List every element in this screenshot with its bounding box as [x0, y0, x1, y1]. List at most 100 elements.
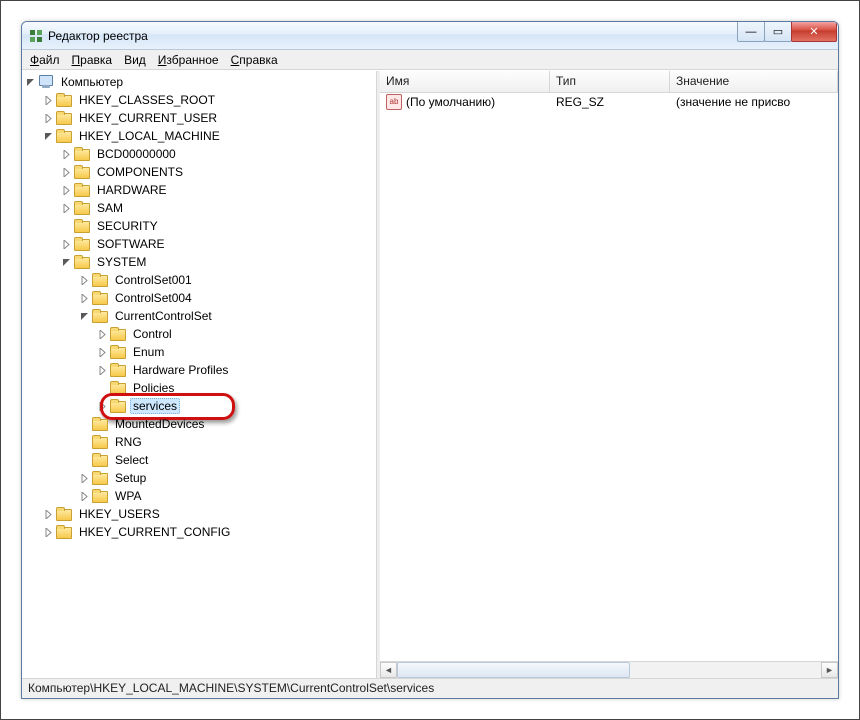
expand-icon[interactable] [78, 490, 90, 502]
tree-label: HKEY_USERS [76, 506, 163, 522]
expand-icon[interactable] [60, 238, 72, 250]
scroll-right-button[interactable]: ► [821, 662, 838, 678]
values-pane: Имя Тип Значение ab (По умолчанию) REG_S… [380, 71, 838, 678]
expand-icon[interactable] [96, 400, 108, 412]
menu-file[interactable]: Файл [30, 53, 60, 67]
tree-item-software[interactable]: SOFTWARE [24, 235, 376, 253]
folder-icon [56, 506, 72, 522]
tree-item-sam[interactable]: SAM [24, 199, 376, 217]
tree-item-enum[interactable]: Enum [24, 343, 376, 361]
expand-icon[interactable] [78, 274, 90, 286]
tree-item-hcu[interactable]: HKEY_CURRENT_USER [24, 109, 376, 127]
screenshot-frame: Редактор реестра — ▭ ✕ Файл Правка Вид И… [0, 0, 860, 720]
titlebar[interactable]: Редактор реестра — ▭ ✕ [22, 22, 838, 50]
collapse-icon[interactable] [42, 130, 54, 142]
expand-icon[interactable] [60, 184, 72, 196]
collapse-icon[interactable] [24, 76, 36, 88]
value-data: (значение не присво [670, 94, 838, 110]
collapse-icon[interactable] [78, 310, 90, 322]
folder-icon [110, 398, 126, 414]
tree-label: HKEY_LOCAL_MACHINE [76, 128, 223, 144]
list-row-default[interactable]: ab (По умолчанию) REG_SZ (значение не пр… [380, 93, 838, 111]
tree-item-security[interactable]: SECURITY [24, 217, 376, 235]
tree-item-system[interactable]: SYSTEM [24, 253, 376, 271]
expand-icon[interactable] [42, 526, 54, 538]
expand-icon[interactable] [60, 202, 72, 214]
expand-icon[interactable] [42, 112, 54, 124]
tree-item-cs001[interactable]: ControlSet001 [24, 271, 376, 289]
expand-icon[interactable] [60, 148, 72, 160]
expand-icon[interactable] [96, 346, 108, 358]
tree-item-control[interactable]: Control [24, 325, 376, 343]
folder-icon [92, 308, 108, 324]
tree-label: ControlSet004 [112, 290, 195, 306]
tree-item-services[interactable]: services [24, 397, 376, 415]
tree-label: Компьютер [58, 74, 126, 90]
tree-item-rng[interactable]: RNG [24, 433, 376, 451]
column-value[interactable]: Значение [670, 71, 838, 92]
tree-item-mounted[interactable]: MountedDevices [24, 415, 376, 433]
close-button[interactable]: ✕ [791, 22, 837, 42]
expand-icon[interactable] [42, 94, 54, 106]
window-title: Редактор реестра [48, 29, 148, 43]
tree-item-cs004[interactable]: ControlSet004 [24, 289, 376, 307]
tree-label: Setup [112, 470, 149, 486]
scroll-track[interactable] [397, 662, 821, 678]
tree-item-wpa[interactable]: WPA [24, 487, 376, 505]
tree-label: Hardware Profiles [130, 362, 231, 378]
tree-item-hardware[interactable]: HARDWARE [24, 181, 376, 199]
folder-icon [110, 344, 126, 360]
folder-icon [92, 434, 108, 450]
expand-icon[interactable] [78, 292, 90, 304]
tree-label: SOFTWARE [94, 236, 168, 252]
collapse-icon[interactable] [60, 256, 72, 268]
folder-icon [74, 218, 90, 234]
tree-item-hu[interactable]: HKEY_USERS [24, 505, 376, 523]
tree-label: HKEY_CURRENT_CONFIG [76, 524, 233, 540]
scroll-left-button[interactable]: ◄ [380, 662, 397, 678]
expand-icon[interactable] [42, 508, 54, 520]
tree-label: Select [112, 452, 151, 468]
expand-icon[interactable] [96, 328, 108, 340]
tree-item-hcr[interactable]: HKEY_CLASSES_ROOT [24, 91, 376, 109]
menu-view[interactable]: Вид [124, 53, 146, 67]
tree-root[interactable]: Компьютер [24, 73, 376, 91]
column-type[interactable]: Тип [550, 71, 670, 92]
folder-icon [92, 452, 108, 468]
maximize-button[interactable]: ▭ [764, 22, 792, 42]
scroll-thumb[interactable] [397, 662, 630, 678]
folder-icon [74, 200, 90, 216]
tree-label: Enum [130, 344, 167, 360]
tree-item-select[interactable]: Select [24, 451, 376, 469]
tree-item-setup[interactable]: Setup [24, 469, 376, 487]
client-area: Компьютер HKEY_CLASSES_ROOT [22, 70, 838, 678]
window-controls: — ▭ ✕ [738, 22, 837, 42]
list-body[interactable]: ab (По умолчанию) REG_SZ (значение не пр… [380, 93, 838, 661]
tree-item-bcd[interactable]: BCD00000000 [24, 145, 376, 163]
tree-pane[interactable]: Компьютер HKEY_CLASSES_ROOT [22, 71, 377, 678]
tree-label: HKEY_CURRENT_USER [76, 110, 220, 126]
tree-label: CurrentControlSet [112, 308, 215, 324]
tree-item-hlm[interactable]: HKEY_LOCAL_MACHINE [24, 127, 376, 145]
regedit-window: Редактор реестра — ▭ ✕ Файл Правка Вид И… [21, 21, 839, 699]
menu-favorites[interactable]: Избранное [158, 53, 219, 67]
tree-item-ccs[interactable]: CurrentControlSet [24, 307, 376, 325]
tree-item-hwprofiles[interactable]: Hardware Profiles [24, 361, 376, 379]
tree-item-components[interactable]: COMPONENTS [24, 163, 376, 181]
tree-label: WPA [112, 488, 144, 504]
tree-item-hcc[interactable]: HKEY_CURRENT_CONFIG [24, 523, 376, 541]
menu-help[interactable]: Справка [231, 53, 278, 67]
tree-item-policies[interactable]: Policies [24, 379, 376, 397]
expand-icon[interactable] [60, 166, 72, 178]
horizontal-scrollbar[interactable]: ◄ ► [380, 661, 838, 678]
minimize-button[interactable]: — [737, 22, 765, 42]
tree-label: COMPONENTS [94, 164, 186, 180]
menu-edit[interactable]: Правка [72, 53, 113, 67]
folder-icon [56, 524, 72, 540]
tree-label: SAM [94, 200, 126, 216]
folder-icon [110, 326, 126, 342]
expand-icon[interactable] [78, 472, 90, 484]
expand-icon[interactable] [96, 364, 108, 376]
column-name[interactable]: Имя [380, 71, 550, 92]
folder-icon [74, 236, 90, 252]
